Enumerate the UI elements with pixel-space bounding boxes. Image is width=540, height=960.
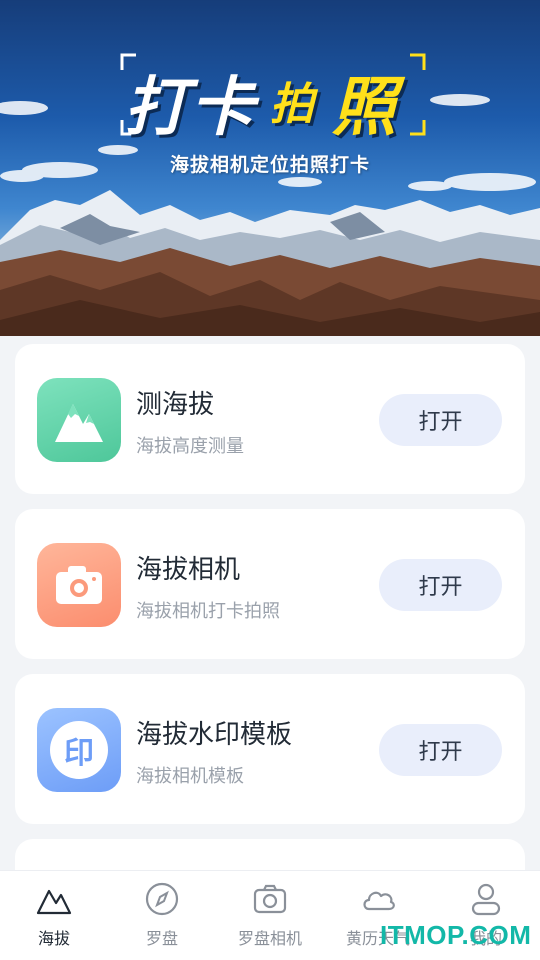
banner-title-part3: 照 bbox=[332, 71, 396, 145]
cloud-icon bbox=[363, 891, 395, 911]
camera-icon bbox=[37, 543, 121, 627]
tab-altitude[interactable]: 海拔 bbox=[0, 871, 108, 960]
feature-card-watermark[interactable]: 印 海拔水印模板 海拔相机模板 打开 bbox=[15, 674, 525, 824]
mountain-outline-icon bbox=[36, 889, 72, 915]
site-watermark: ITMOP.COM bbox=[380, 920, 532, 950]
user-icon bbox=[471, 883, 501, 916]
tab-label: 罗盘相机 bbox=[237, 929, 302, 948]
compass-icon bbox=[145, 882, 179, 916]
camera-outline-icon bbox=[253, 884, 287, 914]
banner-title: 打卡 拍 照 bbox=[0, 48, 540, 148]
tab-label: 罗盘 bbox=[145, 929, 178, 948]
mountain-icon bbox=[37, 378, 121, 462]
banner-title-part2: 拍 bbox=[270, 79, 314, 130]
tab-compass[interactable]: 罗盘 bbox=[108, 871, 216, 960]
card-title: 海拔水印模板 bbox=[136, 720, 293, 750]
card-subtitle: 海拔高度测量 bbox=[136, 436, 244, 457]
hero-banner: 打卡 拍 照 海拔相机定位拍照打卡 bbox=[0, 0, 540, 336]
open-camera-button[interactable]: 打开 bbox=[379, 559, 502, 611]
stamp-text: 印 bbox=[64, 736, 94, 771]
card-title: 海拔相机 bbox=[136, 555, 241, 585]
open-altitude-button[interactable]: 打开 bbox=[379, 394, 502, 446]
stamp-icon: 印 bbox=[37, 708, 121, 792]
card-subtitle: 海拔相机模板 bbox=[136, 766, 244, 787]
tab-compass-camera[interactable]: 罗盘相机 bbox=[216, 871, 324, 960]
feature-card-camera[interactable]: 海拔相机 海拔相机打卡拍照 打开 bbox=[15, 509, 525, 659]
card-title: 测海拔 bbox=[136, 390, 215, 420]
tab-label: 海拔 bbox=[37, 929, 70, 948]
banner-title-part1: 打卡 bbox=[124, 71, 256, 145]
open-watermark-button[interactable]: 打开 bbox=[379, 724, 502, 776]
banner-subtitle: 海拔相机定位拍照打卡 bbox=[169, 154, 370, 176]
card-subtitle: 海拔相机打卡拍照 bbox=[136, 601, 280, 622]
feature-card-altitude[interactable]: 测海拔 海拔高度测量 打开 bbox=[15, 344, 525, 494]
